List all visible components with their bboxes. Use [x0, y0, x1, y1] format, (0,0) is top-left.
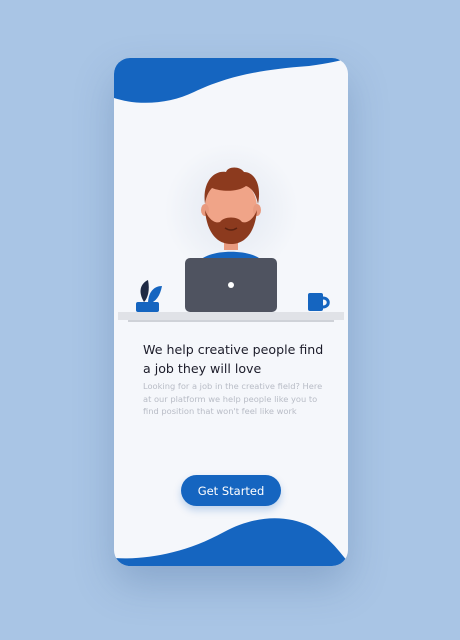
- get-started-button[interactable]: Get Started: [181, 475, 281, 506]
- plant-icon: [136, 280, 162, 312]
- hero-illustration: [114, 58, 348, 348]
- laptop-icon: [185, 258, 277, 312]
- headline: We help creative people find a job they …: [143, 342, 324, 376]
- coffee-mug-icon: [308, 293, 330, 311]
- onboarding-screen: We help creative people find a job they …: [114, 58, 348, 566]
- bottom-wave-decoration: [114, 518, 348, 566]
- desk: [118, 312, 344, 322]
- description: Looking for a job in the creative field?…: [143, 381, 323, 416]
